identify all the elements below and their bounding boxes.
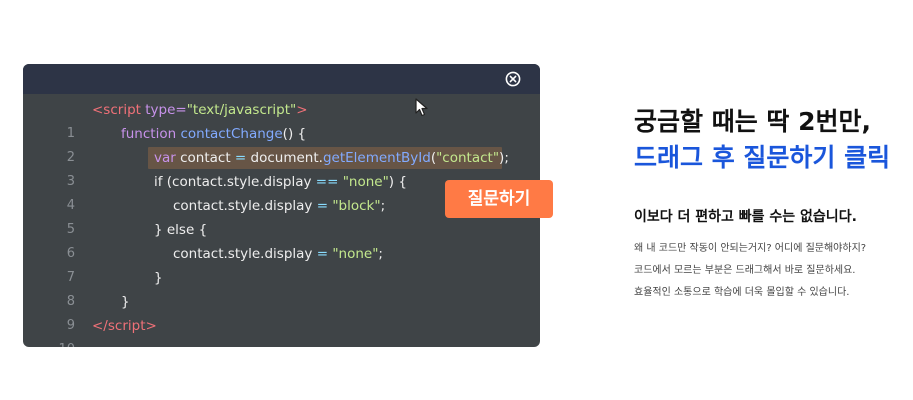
code-text: <script type="text/javascript"> (92, 102, 308, 118)
desc-line-1: 왜 내 코드만 작동이 안되는거지? 어디에 질문해야하지? (634, 243, 867, 254)
code-text: } (121, 294, 130, 310)
code-line: 8 } (23, 266, 540, 309)
code-line: 1 <script type="text/javascript"> (23, 98, 540, 141)
code-text: if (contact.style.display == "none") { (154, 174, 407, 190)
code-text: </script> (92, 318, 157, 334)
editor-header (23, 64, 540, 94)
code-line: 10 </script> (23, 314, 540, 347)
code-line-selected: 3 var contact = document.getElementById(… (23, 146, 540, 189)
ask-question-button[interactable]: 질문하기 (445, 180, 553, 218)
code-text: } else { (154, 222, 208, 238)
code-text: contact.style.display = "none"; (173, 246, 383, 262)
promo-subtitle: 이보다 더 편하고 빠를 수는 없습니다. (634, 209, 857, 225)
promo-description: 왜 내 코드만 작동이 안되는거지? 어디에 질문해야하지? 코드에서 모르는 … (634, 238, 866, 304)
code-area[interactable]: 1 <script type="text/javascript"> 2 func… (23, 98, 540, 347)
code-line: 6 } else { (23, 218, 540, 261)
code-text: var contact = document.getElementById("c… (154, 150, 509, 166)
desc-line-2: 코드에서 모르는 부분은 드래그해서 바로 질문하세요. (634, 265, 856, 276)
mouse-pointer-icon (415, 98, 428, 117)
code-text: } (154, 270, 163, 286)
code-line: 9 } (23, 290, 540, 333)
promo-headline: 궁금할 때는 딱 2번만, 드래그 후 질문하기 클릭 (634, 104, 890, 176)
desc-line-3: 효율적인 소통으로 학습에 더욱 몰입할 수 있습니다. (634, 287, 850, 298)
code-line: 2 function contactChange() { (23, 122, 540, 165)
headline-line-2: 드래그 후 질문하기 클릭 (634, 143, 891, 172)
headline-line-1: 궁금할 때는 딱 2번만, (634, 107, 872, 136)
code-text: function contactChange() { (121, 126, 307, 142)
code-text: contact.style.display = "block"; (173, 198, 386, 214)
code-line: 7 contact.style.display = "none"; (23, 242, 540, 285)
close-circle-icon[interactable] (505, 71, 521, 87)
code-line: 11 (23, 338, 540, 347)
